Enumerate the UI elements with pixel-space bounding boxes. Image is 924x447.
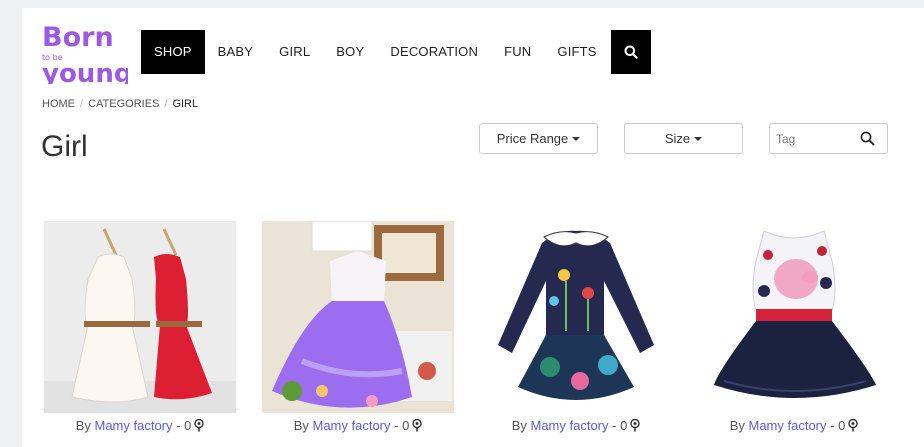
- seller-link[interactable]: Mamy factory: [312, 418, 390, 433]
- seller-link[interactable]: Mamy factory: [530, 418, 608, 433]
- price-range-label: Price Range: [496, 131, 569, 146]
- nav-search-button[interactable]: [610, 30, 651, 74]
- nav-item-fun[interactable]: FUN: [491, 30, 544, 74]
- product-card[interactable]: By Mamy factory - 0: [480, 221, 672, 433]
- caret-down-icon: [694, 136, 703, 141]
- product-card[interactable]: By Mamy factory - 0: [698, 221, 890, 433]
- like-count: - 0: [830, 418, 846, 433]
- page-title: Girl: [41, 130, 88, 163]
- page: Born to be young SHOP BABY GIRL BOY DECO…: [22, 8, 924, 447]
- lollipop-icon[interactable]: [412, 419, 422, 432]
- product-byline: By Mamy factory - 0: [480, 418, 672, 433]
- price-range-dropdown[interactable]: Price Range: [479, 123, 598, 154]
- product-byline: By Mamy factory - 0: [698, 418, 890, 433]
- nav-item-girl[interactable]: GIRL: [266, 30, 323, 74]
- by-label: By: [511, 418, 527, 433]
- tag-input[interactable]: [776, 129, 856, 149]
- lollipop-icon[interactable]: [848, 419, 858, 432]
- nav-item-gifts[interactable]: GIFTS: [544, 30, 609, 74]
- breadcrumb-home[interactable]: HOME: [42, 98, 75, 110]
- seller-link[interactable]: Mamy factory: [94, 418, 172, 433]
- caret-down-icon: [572, 136, 581, 141]
- product-image[interactable]: [44, 221, 236, 413]
- nav-item-shop[interactable]: SHOP: [141, 30, 205, 74]
- logo-line1: Born: [42, 22, 114, 53]
- main-nav: SHOP BABY GIRL BOY DECORATION FUN GIFTS: [141, 30, 651, 74]
- dress-image: [480, 221, 672, 413]
- like-count: - 0: [176, 418, 192, 433]
- product-image[interactable]: [262, 221, 454, 413]
- seller-link[interactable]: Mamy factory: [748, 418, 826, 433]
- product-card[interactable]: By Mamy factory - 0: [44, 221, 236, 433]
- like-count: - 0: [612, 418, 628, 433]
- dress-image: [262, 221, 454, 413]
- breadcrumb-current: GIRL: [172, 98, 199, 110]
- breadcrumb-separator: /: [164, 98, 168, 110]
- product-image[interactable]: [480, 221, 672, 413]
- lollipop-icon[interactable]: [194, 419, 204, 432]
- product-card[interactable]: By Mamy factory - 0: [262, 221, 454, 433]
- like-count: - 0: [394, 418, 410, 433]
- product-byline: By Mamy factory - 0: [44, 418, 236, 433]
- breadcrumb-separator: /: [80, 98, 84, 110]
- size-label: Size: [664, 131, 691, 146]
- nav-item-boy[interactable]: BOY: [323, 30, 377, 74]
- breadcrumb: HOME / CATEGORIES / GIRL: [42, 98, 198, 110]
- dress-image: [698, 221, 890, 413]
- size-dropdown[interactable]: Size: [624, 123, 743, 154]
- dress-image: [44, 221, 236, 413]
- nav-item-decoration[interactable]: DECORATION: [377, 30, 491, 74]
- by-label: By: [75, 418, 91, 433]
- by-label: By: [293, 418, 309, 433]
- product-image[interactable]: [698, 221, 890, 413]
- search-icon[interactable]: [860, 131, 875, 146]
- product-byline: By Mamy factory - 0: [262, 418, 454, 433]
- tag-search-box: [769, 123, 888, 154]
- logo[interactable]: Born to be young: [42, 20, 128, 84]
- by-label: By: [729, 418, 745, 433]
- lollipop-icon[interactable]: [630, 419, 640, 432]
- search-icon: [624, 45, 638, 59]
- logo-line3: young: [42, 59, 128, 84]
- breadcrumb-categories[interactable]: CATEGORIES: [88, 98, 159, 110]
- nav-item-baby[interactable]: BABY: [205, 30, 266, 74]
